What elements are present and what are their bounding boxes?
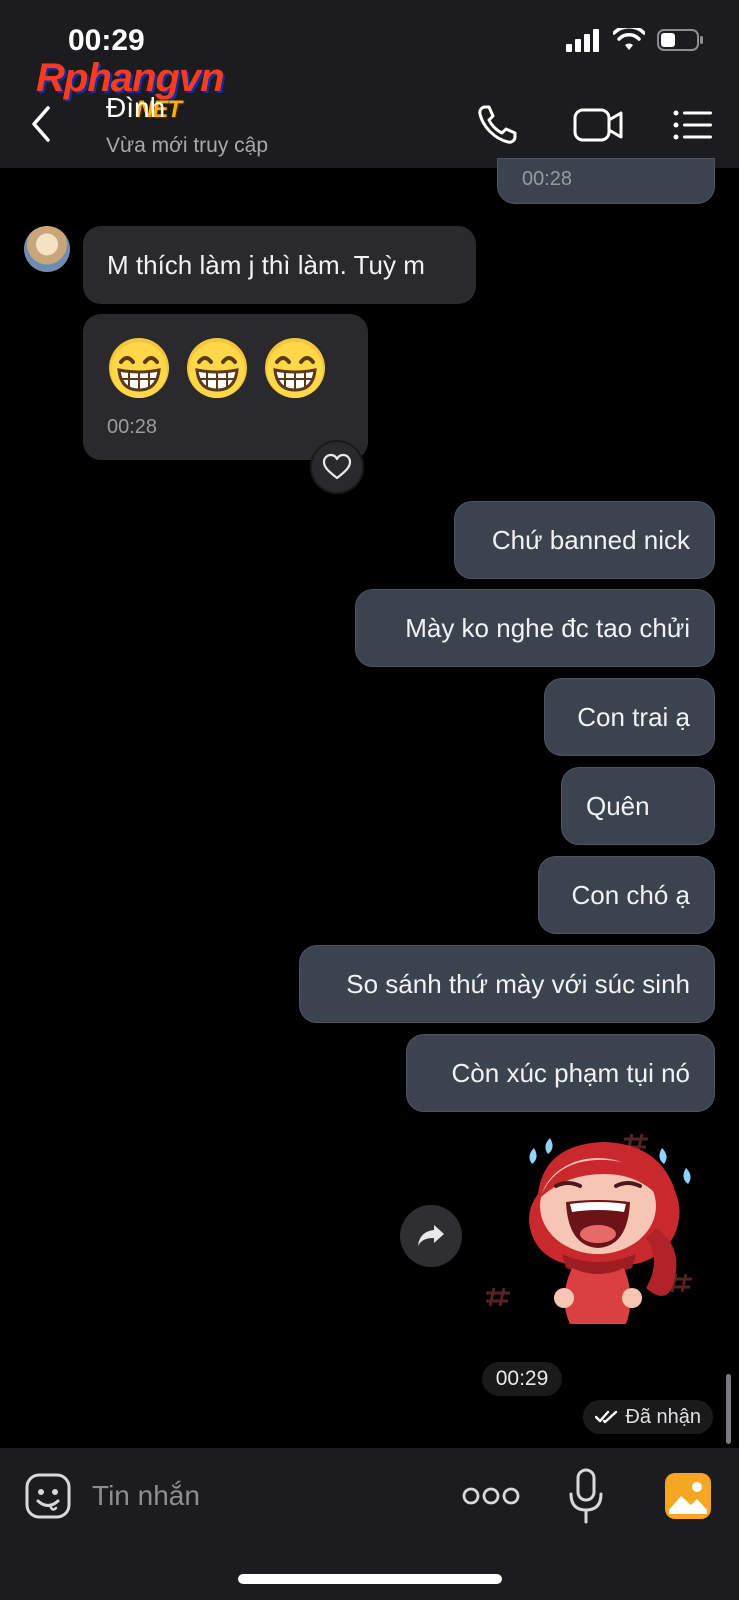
read-status-text: Đã nhận [625, 1405, 701, 1428]
back-button[interactable] [26, 104, 56, 144]
react-button[interactable] [310, 440, 364, 494]
contact-status: Vừa mới truy cập [106, 134, 269, 157]
avatar[interactable] [24, 226, 70, 272]
more-button[interactable] [462, 1482, 520, 1510]
list-icon [673, 110, 712, 140]
message-time: 00:28 [107, 416, 158, 438]
grinning-face-icon [109, 338, 169, 398]
menu-button[interactable] [668, 100, 718, 150]
message-bubble-incoming[interactable]: M thích làm j thì làm. Tuỳ m [83, 226, 476, 304]
wifi-icon [613, 28, 645, 50]
grinning-face-icon [265, 338, 325, 398]
video-camera-icon [573, 108, 623, 142]
status-bar-time: 00:29 [68, 24, 145, 57]
message-input[interactable] [92, 1472, 432, 1520]
scrollbar[interactable] [726, 1374, 731, 1444]
read-receipt: Đã nhận [583, 1400, 713, 1434]
image-icon [665, 1473, 711, 1519]
sticker-button[interactable] [24, 1472, 72, 1520]
microphone-icon [569, 1468, 603, 1524]
message-time: 00:28 [522, 168, 573, 190]
message-list[interactable]: 00:28 M thích làm j thì làm. Tuỳ m 00:28… [0, 158, 739, 1448]
emoji-row [107, 336, 327, 400]
three-dots-icon [462, 1487, 520, 1505]
share-arrow-icon [418, 1225, 444, 1246]
message-text: Con trai ạ [577, 701, 690, 732]
video-call-button[interactable] [568, 100, 628, 150]
heart-icon [322, 453, 352, 480]
status-bar-icons [565, 28, 705, 52]
message-text: Chứ banned nick [491, 524, 690, 555]
message-text: Quên [586, 790, 650, 821]
smiley-icon [25, 1473, 71, 1519]
call-button[interactable] [472, 100, 522, 150]
message-bubble-outgoing[interactable]: Mày ko nghe đc tao chửi [355, 589, 715, 667]
crying-laughing-girl-sticker[interactable] [486, 1128, 716, 1338]
message-text: Còn xúc phạm tụi nó [451, 1057, 690, 1088]
chevron-left-icon [32, 106, 50, 142]
message-text: Mày ko nghe đc tao chửi [405, 612, 690, 643]
grinning-face-icon [187, 338, 247, 398]
battery-icon [657, 29, 703, 51]
message-bubble-outgoing[interactable]: Con chó ạ [538, 856, 715, 934]
image-button[interactable] [664, 1472, 712, 1520]
message-text: M thích làm j thì làm. Tuỳ m [107, 249, 425, 280]
message-text: So sánh thứ mày với súc sinh [346, 968, 690, 999]
voice-button[interactable] [568, 1468, 604, 1526]
message-bubble-outgoing[interactable]: Còn xúc phạm tụi nó [406, 1034, 715, 1112]
message-bubble-outgoing[interactable]: Chứ banned nick [454, 501, 715, 579]
contact-name[interactable]: Đình [106, 92, 165, 124]
message-bubble-outgoing[interactable]: 00:28 [497, 158, 715, 204]
chat-header: 00:29 Rphangvn NET Đình Vừa mới truy cập [0, 0, 739, 168]
phone-icon [478, 105, 517, 144]
double-check-icon [595, 1410, 618, 1424]
message-bubble-outgoing[interactable]: So sánh thứ mày với súc sinh [299, 945, 715, 1023]
message-bubble-incoming-emoji[interactable]: 00:28 [83, 314, 368, 460]
message-bubble-outgoing[interactable]: Con trai ạ [544, 678, 715, 756]
home-indicator [238, 1574, 502, 1584]
message-bubble-outgoing[interactable]: Quên [561, 767, 715, 845]
message-text: Con chó ạ [571, 879, 690, 910]
sticker-time: 00:29 [482, 1362, 562, 1396]
share-button[interactable] [400, 1205, 462, 1267]
signal-icon [566, 29, 599, 52]
